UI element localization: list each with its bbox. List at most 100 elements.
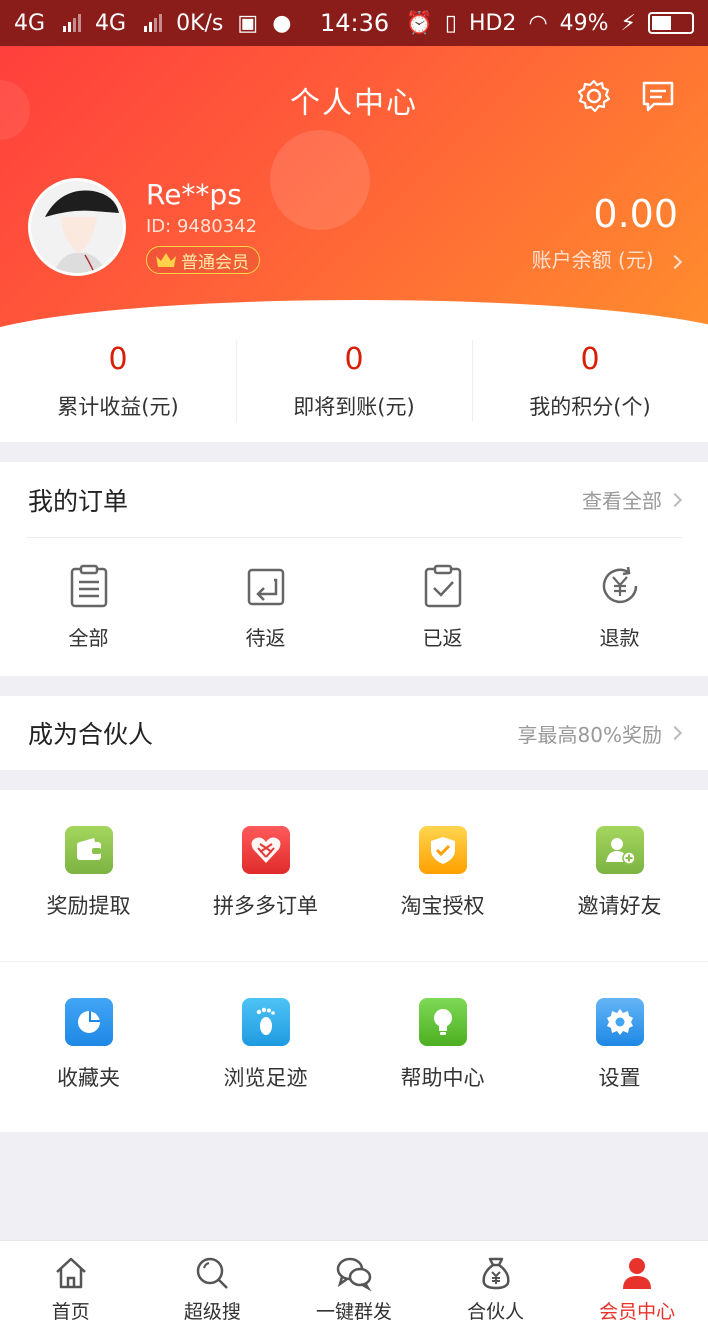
my-orders-card: 我的订单 查看全部 全部 待返 已返 退款 <box>0 462 708 676</box>
service-taobao-auth[interactable]: 淘宝授权 <box>354 790 531 961</box>
header-wave <box>0 300 708 330</box>
become-partner-row[interactable]: 成为合伙人 享最高80%奖励 <box>0 696 708 770</box>
order-tab-all[interactable]: 全部 <box>0 538 177 651</box>
home-icon <box>55 1257 86 1289</box>
balance-value: 0.00 <box>593 192 678 236</box>
partner-title: 成为合伙人 <box>28 720 154 749</box>
service-favorites[interactable]: 收藏夹 <box>0 962 177 1132</box>
status-bar: 4G 4G 0K/s ▣ ● 14:36 ⏰ ▯ HD2 ◠ 49% ⚡ <box>0 0 708 46</box>
partner-reward-link: 享最高80%奖励 <box>517 719 683 748</box>
tab-label: 超级搜 <box>183 1301 241 1323</box>
gear-icon[interactable] <box>576 78 612 114</box>
stat-total-earnings[interactable]: 0 累计收益(元) <box>0 330 236 442</box>
service-invite-friends[interactable]: 邀请好友 <box>531 790 708 961</box>
alarm-icon: ⏰ <box>405 10 433 36</box>
services-row: 收藏夹 浏览足迹 帮助中心 设置 <box>0 961 708 1132</box>
services-row: 奖励提取 拼多多订单 淘宝授权 邀请好友 <box>0 790 708 961</box>
view-all-label: 查看全部 <box>582 489 662 513</box>
chevron-right-icon <box>667 725 683 741</box>
stat-value: 0 <box>580 342 600 377</box>
balance-link[interactable]: 账户余额 (元) <box>531 244 683 273</box>
charging-icon: ⚡ <box>620 10 636 36</box>
username: Re**ps <box>146 178 242 211</box>
chat-notify-icon: ● <box>272 10 292 36</box>
services-grid: 奖励提取 拼多多订单 淘宝授权 邀请好友 收藏夹 浏览足迹 帮助中心 设置 <box>0 790 708 1132</box>
order-tab-label: 全部 <box>68 626 109 650</box>
tab-label: 合伙人 <box>467 1301 525 1323</box>
clock: 14:36 <box>320 9 390 37</box>
service-label: 邀请好友 <box>577 894 662 918</box>
network-label: 4G <box>95 10 127 36</box>
service-reward-withdraw[interactable]: 奖励提取 <box>0 790 177 961</box>
service-label: 奖励提取 <box>46 894 131 918</box>
signal-icon <box>144 14 163 32</box>
pie-chart-icon <box>64 998 113 1046</box>
service-label: 拼多多订单 <box>213 894 318 918</box>
bottom-tab-bar: 首页 超级搜 一键群发 合伙人 会员中心 <box>0 1240 708 1334</box>
tab-label: 一键群发 <box>315 1301 392 1323</box>
wallet-icon <box>64 826 113 874</box>
yen-refund-icon <box>602 566 637 604</box>
app-notify-icon: ▣ <box>237 10 259 36</box>
stat-label: 我的积分(个) <box>529 395 651 419</box>
vibrate-icon: ▯ <box>444 10 457 36</box>
tab-member-center[interactable]: 会员中心 <box>566 1241 708 1334</box>
order-tab-returned[interactable]: 已返 <box>354 538 531 651</box>
view-all-orders-link[interactable]: 查看全部 <box>582 485 683 514</box>
add-user-icon <box>595 826 644 874</box>
tab-broadcast[interactable]: 一键群发 <box>283 1241 425 1334</box>
stat-value: 0 <box>344 342 364 377</box>
profile-header <box>0 0 708 330</box>
orders-header: 我的订单 查看全部 <box>26 462 683 538</box>
order-tab-label: 待返 <box>245 626 286 650</box>
partner-reward-label: 享最高80%奖励 <box>517 722 662 747</box>
order-status-grid: 全部 待返 已返 退款 <box>0 538 708 651</box>
balance-label: 账户余额 (元) <box>531 248 654 272</box>
tab-label: 会员中心 <box>599 1301 676 1323</box>
message-icon[interactable] <box>640 78 676 114</box>
order-tab-label: 退款 <box>599 626 640 650</box>
return-pending-icon <box>247 568 284 606</box>
service-history[interactable]: 浏览足迹 <box>177 962 354 1132</box>
shield-check-icon <box>418 826 467 874</box>
user-icon <box>623 1258 652 1289</box>
user-id: ID: 9480342 <box>146 216 258 237</box>
order-tab-label: 已返 <box>422 626 463 650</box>
stat-value: 0 <box>108 342 128 377</box>
money-bag-icon <box>482 1257 510 1290</box>
stat-pending-earnings[interactable]: 0 即将到账(元) <box>236 330 472 442</box>
avatar[interactable] <box>28 178 126 276</box>
stat-points[interactable]: 0 我的积分(个) <box>472 330 708 442</box>
service-label: 收藏夹 <box>57 1066 120 1090</box>
footprint-icon <box>241 998 290 1046</box>
order-tab-refund[interactable]: 退款 <box>531 538 708 651</box>
search-icon <box>197 1257 229 1289</box>
service-help-center[interactable]: 帮助中心 <box>354 962 531 1132</box>
service-pdd-orders[interactable]: 拼多多订单 <box>177 790 354 961</box>
battery-level: 49% <box>559 10 609 36</box>
order-tab-pending[interactable]: 待返 <box>177 538 354 651</box>
tab-label: 首页 <box>51 1301 90 1323</box>
tab-super-search[interactable]: 超级搜 <box>142 1241 284 1334</box>
earnings-stats: 0 累计收益(元) 0 即将到账(元) 0 我的积分(个) <box>0 330 708 442</box>
tab-home[interactable]: 首页 <box>0 1241 142 1334</box>
network-label: 4G <box>14 10 46 36</box>
tab-partner[interactable]: 合伙人 <box>425 1241 567 1334</box>
service-settings[interactable]: 设置 <box>531 962 708 1132</box>
chat-bubbles-icon <box>336 1257 372 1292</box>
lightbulb-icon <box>418 998 467 1046</box>
service-label: 浏览足迹 <box>223 1066 308 1090</box>
member-level-label: 普通会员 <box>181 252 249 273</box>
chevron-right-icon <box>667 254 683 270</box>
stat-label: 累计收益(元) <box>57 395 179 419</box>
orders-title: 我的订单 <box>28 486 129 516</box>
signal-icon <box>63 14 82 32</box>
service-label: 淘宝授权 <box>400 894 485 918</box>
decor-circle <box>270 130 370 230</box>
clipboard-check-icon <box>424 564 461 608</box>
stat-label: 即将到账(元) <box>293 395 415 419</box>
pinduoduo-icon <box>241 826 290 874</box>
wifi-icon: ◠ <box>528 10 548 36</box>
service-label: 帮助中心 <box>400 1066 485 1090</box>
settings-gear-icon <box>595 998 644 1046</box>
